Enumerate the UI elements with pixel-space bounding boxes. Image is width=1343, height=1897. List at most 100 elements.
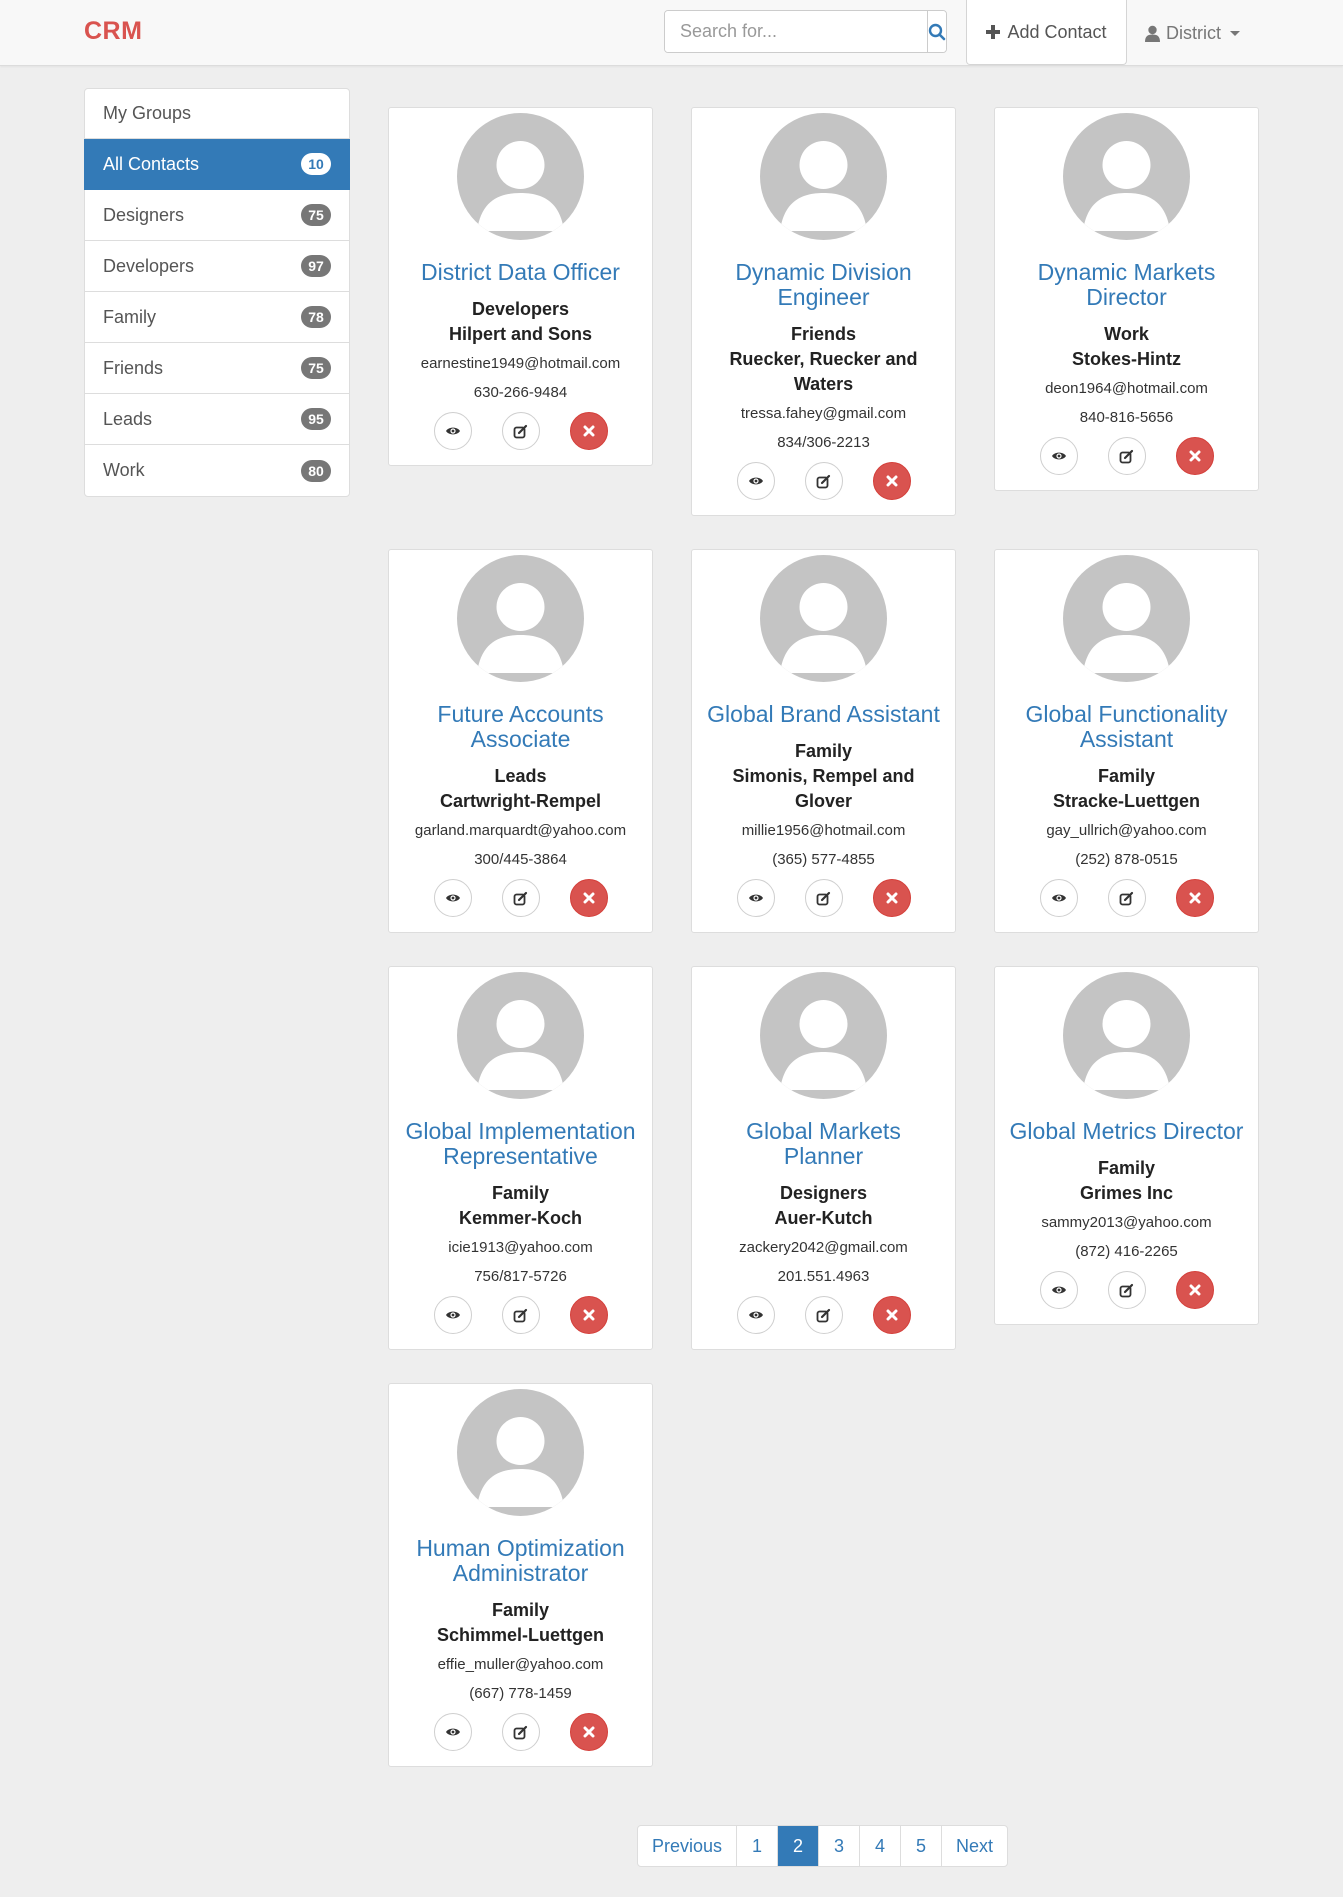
- contact-company: Ruecker, Ruecker and Waters: [729, 349, 918, 394]
- groups-sidebar: My Groups All Contacts 10 Designers 75 D…: [84, 88, 350, 497]
- edit-contact-button[interactable]: [1107, 437, 1146, 475]
- count-badge: 97: [301, 255, 331, 277]
- pagination-previous[interactable]: Previous: [638, 1826, 738, 1866]
- contact-title-link[interactable]: Global Metrics Director: [1007, 1119, 1246, 1144]
- sidebar-item-developers[interactable]: Developers 97: [85, 241, 349, 292]
- contact-phone: (252) 878-0515: [1075, 851, 1178, 868]
- view-contact-button[interactable]: [1039, 1271, 1078, 1309]
- edit-contact-button[interactable]: [501, 1296, 540, 1334]
- brand-logo[interactable]: CRM: [84, 17, 142, 46]
- close-icon: [1189, 1284, 1201, 1296]
- delete-contact-button[interactable]: [569, 879, 608, 917]
- edit-contact-button[interactable]: [501, 1713, 540, 1751]
- contact-title-link[interactable]: Dynamic Markets Director: [1007, 260, 1246, 310]
- view-contact-button[interactable]: [433, 412, 472, 450]
- view-contact-button[interactable]: [433, 1296, 472, 1334]
- delete-contact-button[interactable]: [872, 879, 911, 917]
- eye-icon: [748, 475, 764, 487]
- sidebar-item-label: Family: [103, 306, 156, 327]
- sidebar-item-family[interactable]: Family 78: [85, 292, 349, 343]
- contact-group: Work: [1104, 324, 1149, 344]
- search-icon: [928, 23, 946, 40]
- delete-contact-button[interactable]: [569, 1296, 608, 1334]
- edit-contact-button[interactable]: [804, 1296, 843, 1334]
- contact-email: sammy2013@yahoo.com: [1041, 1214, 1212, 1231]
- view-contact-button[interactable]: [433, 1713, 472, 1751]
- sidebar-item-all-contacts[interactable]: All Contacts 10: [84, 139, 350, 190]
- add-contact-button[interactable]: Add Contact: [966, 0, 1127, 65]
- delete-contact-button[interactable]: [1175, 437, 1214, 475]
- card-actions: [1007, 1271, 1246, 1324]
- contact-group: Designers: [779, 1183, 868, 1203]
- edit-contact-button[interactable]: [501, 412, 540, 450]
- contact-title-link[interactable]: Global Brand Assistant: [704, 702, 943, 727]
- sidebar-item-work[interactable]: Work 80: [85, 445, 349, 496]
- delete-contact-button[interactable]: [872, 1296, 911, 1334]
- edit-icon: [816, 474, 831, 489]
- user-menu-dropdown[interactable]: District: [1145, 20, 1240, 46]
- contact-group: Family: [491, 1600, 550, 1620]
- card-actions: [401, 412, 640, 465]
- edit-contact-button[interactable]: [1107, 879, 1146, 917]
- chevron-down-icon: [1230, 30, 1240, 36]
- close-icon: [583, 892, 595, 904]
- contact-company: Stokes-Hintz: [1071, 349, 1181, 369]
- count-badge: 78: [301, 306, 331, 328]
- contact-title-link[interactable]: Human Optimization Administrator: [401, 1536, 640, 1586]
- eye-icon: [1051, 450, 1067, 462]
- contact-group: Friends: [790, 324, 856, 344]
- card-actions: [704, 462, 943, 515]
- eye-icon: [748, 1309, 764, 1321]
- card-actions: [1007, 879, 1246, 932]
- pagination-page-2[interactable]: 2: [778, 1826, 820, 1866]
- view-contact-button[interactable]: [1039, 437, 1078, 475]
- view-contact-button[interactable]: [1039, 879, 1078, 917]
- contact-group: Family: [1097, 1158, 1156, 1178]
- contact-email: zackery2042@gmail.com: [739, 1239, 908, 1256]
- edit-contact-button[interactable]: [501, 879, 540, 917]
- pagination-next[interactable]: Next: [942, 1826, 1007, 1866]
- contact-title-link[interactable]: Global Markets Planner: [704, 1119, 943, 1169]
- view-contact-button[interactable]: [736, 879, 775, 917]
- contact-card: Future Accounts Associate Leads Cartwright…: [388, 549, 653, 933]
- sidebar-item-designers[interactable]: Designers 75: [85, 190, 349, 241]
- edit-icon: [1119, 1283, 1134, 1298]
- card-actions: [1007, 437, 1246, 490]
- contact-card: District Data Officer Developers Hilpert a…: [388, 107, 653, 466]
- contact-title-link[interactable]: Future Accounts Associate: [401, 702, 640, 752]
- delete-contact-button[interactable]: [872, 462, 911, 500]
- pagination-page-1[interactable]: 1: [737, 1826, 779, 1866]
- contact-title-link[interactable]: Global Functionality Assistant: [1007, 702, 1246, 752]
- pagination-page-3[interactable]: 3: [819, 1826, 861, 1866]
- delete-contact-button[interactable]: [569, 1713, 608, 1751]
- avatar: [1063, 113, 1190, 240]
- pagination-page-5[interactable]: 5: [901, 1826, 943, 1866]
- eye-icon: [445, 892, 461, 904]
- eye-icon: [445, 1309, 461, 1321]
- contact-phone: (667) 778-1459: [469, 1685, 572, 1702]
- pagination-page-4[interactable]: 4: [860, 1826, 902, 1866]
- delete-contact-button[interactable]: [569, 412, 608, 450]
- search-button[interactable]: [927, 11, 946, 52]
- contact-title-link[interactable]: Dynamic Division Engineer: [704, 260, 943, 310]
- edit-contact-button[interactable]: [804, 879, 843, 917]
- contact-title-link[interactable]: District Data Officer: [401, 260, 640, 285]
- contact-title-link[interactable]: Global Implementation Representative: [401, 1119, 640, 1169]
- view-contact-button[interactable]: [736, 1296, 775, 1334]
- edit-contact-button[interactable]: [804, 462, 843, 500]
- contact-phone: 630-266-9484: [473, 384, 568, 401]
- view-contact-button[interactable]: [736, 462, 775, 500]
- sidebar-item-friends[interactable]: Friends 75: [85, 343, 349, 394]
- edit-contact-button[interactable]: [1107, 1271, 1146, 1309]
- contact-card: Global Metrics Director Family Grimes Inc s…: [994, 966, 1259, 1325]
- edit-icon: [513, 1725, 528, 1740]
- user-name: District: [1166, 22, 1221, 43]
- view-contact-button[interactable]: [433, 879, 472, 917]
- delete-contact-button[interactable]: [1175, 879, 1214, 917]
- delete-contact-button[interactable]: [1175, 1271, 1214, 1309]
- search-input[interactable]: [665, 11, 927, 52]
- sidebar-item-leads[interactable]: Leads 95: [85, 394, 349, 445]
- contact-email: earnestine1949@hotmail.com: [420, 355, 621, 372]
- contact-phone: (872) 416-2265: [1075, 1243, 1178, 1260]
- contact-company: Auer-Kutch: [774, 1208, 873, 1228]
